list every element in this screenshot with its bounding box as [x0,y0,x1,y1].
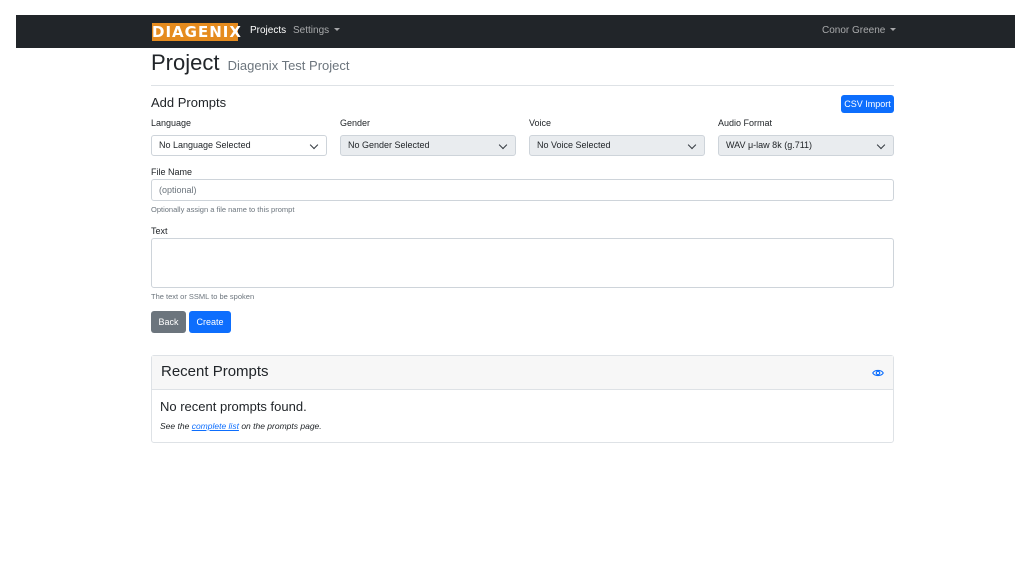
project-name: Diagenix Test Project [227,58,350,73]
chevron-down-icon [876,140,886,150]
add-prompts-heading: Add Prompts [151,95,227,110]
gender-select[interactable]: No Gender Selected [340,135,516,156]
chevron-down-icon [687,140,697,150]
create-button[interactable]: Create [189,311,231,333]
header-divider [151,85,894,86]
audio-format-selected-value: WAV μ-law 8k (g.711) [726,140,813,150]
gender-label: Gender [340,118,371,128]
page-title: Project Diagenix Test Project [151,50,349,79]
no-prompts-message: No recent prompts found. [160,399,307,414]
see-complete-list-text: See the complete list on the prompts pag… [160,421,322,432]
language-select[interactable]: No Language Selected [151,135,327,156]
voice-label: Voice [529,118,552,128]
file-name-label: File Name [151,167,193,177]
recent-prompts-title: Recent Prompts [161,363,269,380]
caret-down-icon [334,28,341,31]
chevron-down-icon [498,140,508,150]
voice-select[interactable]: No Voice Selected [529,135,705,156]
brand-logo[interactable]: DIAGENIX [152,23,241,41]
language-selected-value: No Language Selected [159,140,251,150]
page-title-text: Project [151,50,220,75]
voice-selected-value: No Voice Selected [537,140,611,150]
nav-settings-label: Settings [293,25,330,36]
audio-format-select[interactable]: WAV μ-law 8k (g.711) [718,135,894,156]
see-prefix: See the [160,421,190,431]
recent-prompts-header: Recent Prompts [152,356,893,390]
audio-format-label: Audio Format [718,118,773,128]
text-label: Text [151,226,168,236]
back-button[interactable]: Back [151,311,186,333]
csv-import-button[interactable]: CSV Import [841,95,894,113]
user-name: Conor Greene [822,25,886,36]
complete-list-link[interactable]: complete list [192,421,239,431]
caret-down-icon [890,28,897,31]
top-navbar: DIAGENIX Projects Settings Conor Greene [16,15,1015,48]
see-suffix: on the prompts page. [241,421,322,431]
gender-selected-value: No Gender Selected [348,140,430,150]
nav-projects[interactable]: Projects [250,25,286,37]
text-textarea[interactable] [151,238,894,288]
chevron-down-icon [309,140,319,150]
nav-settings-dropdown[interactable]: Settings [293,25,341,37]
language-label: Language [151,118,192,128]
file-name-input[interactable]: (optional) [151,179,894,201]
user-menu-dropdown[interactable]: Conor Greene [822,25,897,37]
file-name-help: Optionally assign a file name to this pr… [151,205,295,214]
eye-icon[interactable] [872,367,884,379]
text-help: The text or SSML to be spoken [151,292,255,301]
